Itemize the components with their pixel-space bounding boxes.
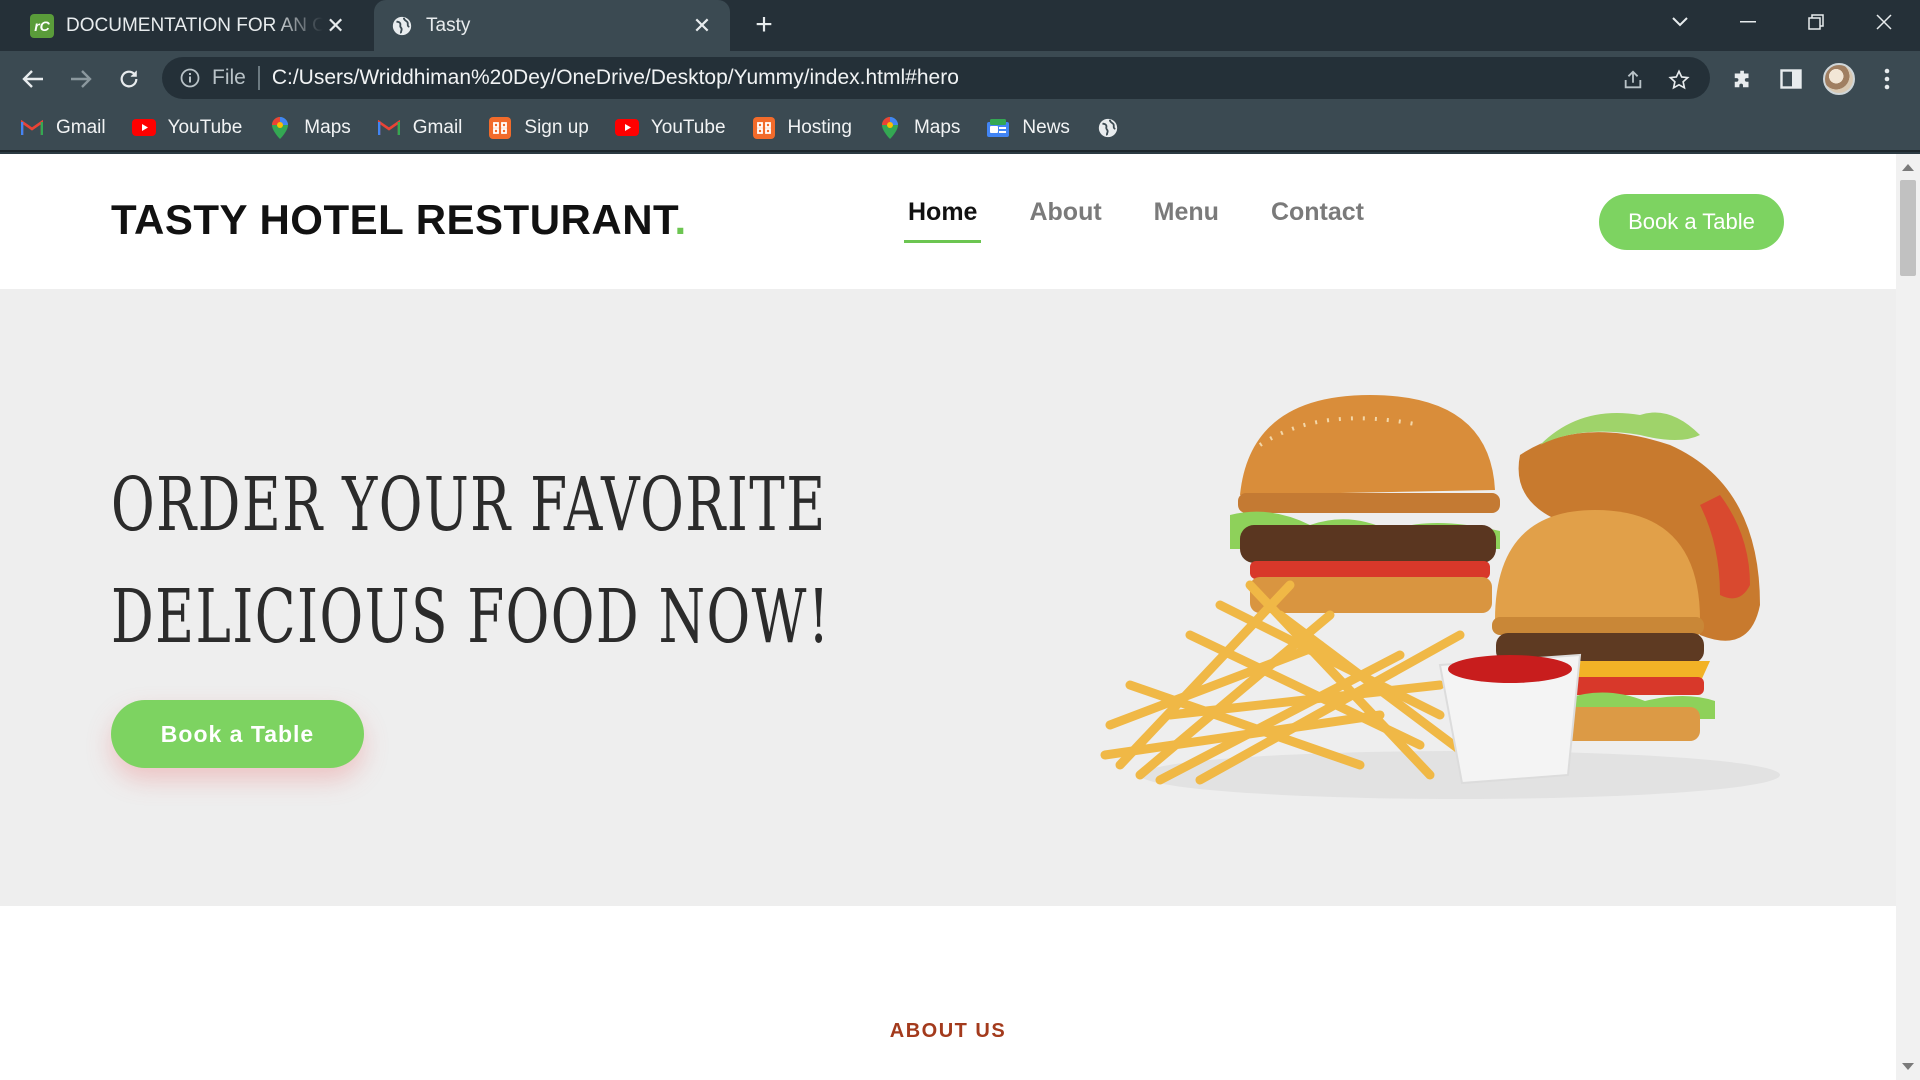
book-table-header-button[interactable]: Book a Table: [1599, 194, 1784, 250]
bookmark-label: Sign up: [524, 116, 589, 138]
hero-title-line-1: ORDER YOUR FAVORITE: [111, 462, 827, 548]
info-icon[interactable]: [178, 66, 202, 90]
bookmark-gmail-2[interactable]: Gmail: [377, 116, 463, 140]
nav-home[interactable]: Home: [903, 198, 982, 243]
tab-title: Tasty: [426, 14, 471, 36]
nav-menu[interactable]: Menu: [1154, 198, 1219, 237]
reload-icon[interactable]: [112, 62, 146, 96]
logo-dot: .: [674, 196, 687, 243]
fries-illustration: [1100, 580, 1485, 785]
scroll-down-icon[interactable]: [1902, 1063, 1914, 1070]
bookmark-label: Hosting: [787, 116, 852, 138]
address-bar[interactable]: File C:/Users/Wriddhiman%20Dey/OneDrive/…: [162, 57, 1710, 99]
book-table-hero-button[interactable]: Book a Table: [111, 700, 364, 768]
bookmark-youtube-2[interactable]: YouTube: [614, 116, 726, 140]
bookmark-label: YouTube: [650, 116, 726, 138]
scroll-thumb[interactable]: [1900, 180, 1916, 276]
bookmark-label: News: [1022, 116, 1070, 138]
scheme-label: File: [212, 66, 246, 89]
bookmark-news[interactable]: News: [986, 116, 1070, 140]
bookmark-gmail[interactable]: Gmail: [20, 116, 106, 140]
burger-left-illustration: [1230, 395, 1500, 613]
bookmark-label: YouTube: [167, 116, 243, 138]
bookmark-youtube[interactable]: YouTube: [131, 116, 243, 140]
tab-tasty[interactable]: Tasty ✕: [374, 0, 730, 51]
forward-icon[interactable]: [64, 62, 98, 96]
url-text[interactable]: C:/Users/Wriddhiman%20Dey/OneDrive/Deskt…: [272, 66, 959, 90]
page-scrollbar[interactable]: [1896, 154, 1920, 1080]
bookmark-label: Gmail: [412, 116, 463, 138]
site-logo[interactable]: TASTY HOTEL RESTURANT.: [111, 196, 687, 244]
news-icon: [986, 116, 1010, 140]
hosting-icon: [752, 116, 776, 140]
tab-documentation[interactable]: rC DOCUMENTATION FOR AN ONLI ✕: [14, 0, 362, 51]
rc-icon: rC: [30, 13, 54, 38]
share-icon[interactable]: [1616, 63, 1650, 97]
bookmark-label: Maps: [913, 116, 961, 138]
page-viewport: TASTY HOTEL RESTURANT. Home About Menu C…: [0, 154, 1896, 1080]
scroll-up-icon[interactable]: [1902, 164, 1914, 171]
youtube-icon: [614, 116, 639, 140]
extensions-icon[interactable]: [1726, 62, 1760, 96]
bookmark-maps-2[interactable]: Maps: [878, 116, 960, 140]
globe-icon: [390, 14, 414, 38]
maps-icon: [878, 116, 902, 140]
ketchup-illustration: [1438, 653, 1582, 785]
close-icon[interactable]: ✕: [688, 12, 716, 40]
bookmark-label: Maps: [304, 116, 351, 138]
window-close-icon[interactable]: [1854, 0, 1914, 44]
hosting-icon: [488, 116, 512, 140]
hero-section: ORDER YOUR FAVORITE DELICIOUS FOOD NOW! …: [0, 289, 1896, 906]
tab-strip: rC DOCUMENTATION FOR AN ONLI ✕ Tasty ✕ +: [0, 0, 1920, 51]
tab-title: DOCUMENTATION FOR AN ONLI: [66, 14, 324, 36]
menu-icon[interactable]: [1870, 62, 1904, 96]
bookmark-hosting[interactable]: Hosting: [752, 116, 852, 140]
globe-icon: [1096, 116, 1120, 140]
hero-title-line-2: DELICIOUS FOOD NOW!: [111, 574, 831, 660]
star-icon[interactable]: [1662, 63, 1696, 97]
bookmark-globe[interactable]: [1096, 116, 1132, 140]
about-us-label: ABOUT US: [889, 1020, 1007, 1042]
gmail-icon: [20, 116, 44, 140]
minimize-icon[interactable]: [1718, 0, 1778, 44]
nav-contact[interactable]: Contact: [1271, 198, 1364, 237]
nav-about[interactable]: About: [1029, 198, 1101, 237]
youtube-icon: [131, 116, 156, 140]
tab-search-icon[interactable]: [1650, 0, 1710, 44]
new-tab-icon[interactable]: +: [748, 10, 780, 42]
side-panel-icon[interactable]: [1774, 62, 1808, 96]
profile-avatar[interactable]: [1822, 62, 1856, 96]
back-icon[interactable]: [16, 62, 50, 96]
main-nav: Home About Menu Contact: [903, 198, 1416, 243]
hero-title: ORDER YOUR FAVORITE DELICIOUS FOOD NOW!: [111, 449, 831, 673]
maps-icon: [268, 116, 292, 140]
gmail-icon: [377, 116, 401, 140]
bookmark-sign-up[interactable]: Sign up: [488, 116, 589, 140]
separator: [257, 66, 260, 90]
burger-fries-image: [1100, 395, 1780, 799]
restore-icon[interactable]: [1786, 0, 1846, 44]
close-icon[interactable]: ✕: [323, 12, 348, 40]
bookmark-maps[interactable]: Maps: [268, 116, 351, 140]
logo-text: TASTY HOTEL RESTURANT: [111, 196, 675, 243]
bookmarks-bar: Gmail YouTube Maps Gmail Sign up YouTube: [0, 105, 1920, 152]
site-header: TASTY HOTEL RESTURANT. Home About Menu C…: [0, 154, 1896, 289]
browser-toolbar: File C:/Users/Wriddhiman%20Dey/OneDrive/…: [0, 51, 1920, 105]
bookmark-label: Gmail: [56, 116, 106, 138]
